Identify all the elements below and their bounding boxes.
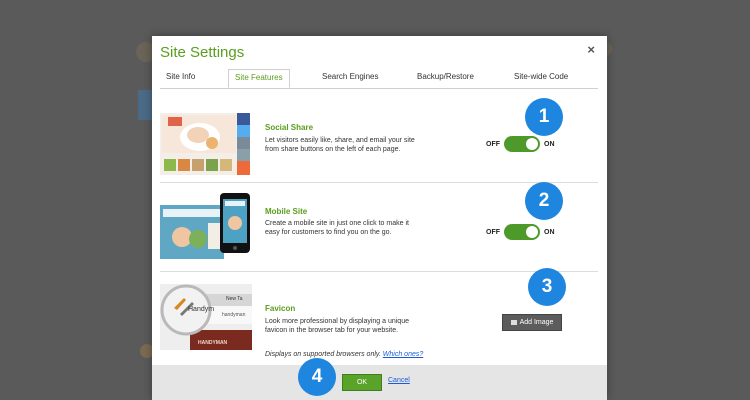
favicon-thumb-text: Handym	[188, 306, 215, 313]
mobile-site-toggle-group: OFF ON	[486, 224, 555, 240]
close-icon[interactable]: ×	[587, 42, 595, 57]
mobile-site-title: Mobile Site	[265, 207, 308, 216]
favicon-thumb-tab: New Ta	[226, 296, 243, 302]
step-badge-1: 1	[525, 98, 563, 136]
toggle-off-label: OFF	[486, 140, 500, 148]
dialog-footer: OK Cancel	[152, 365, 607, 400]
step-badge-3: 3	[528, 268, 566, 306]
toggle-knob	[526, 138, 538, 150]
social-share-title: Social Share	[265, 123, 314, 132]
toggle-knob	[526, 226, 538, 238]
toggle-off-label: OFF	[486, 228, 500, 236]
tab-site-features[interactable]: Site Features	[228, 69, 290, 88]
favicon-title: Favicon	[265, 304, 296, 313]
social-share-description: Let visitors easily like, share, and ema…	[265, 137, 415, 153]
image-icon	[510, 320, 517, 325]
mobile-site-toggle[interactable]	[504, 224, 540, 240]
toggle-on-label: ON	[544, 228, 555, 236]
tab-backup-restore[interactable]: Backup/Restore	[417, 72, 474, 81]
mobile-site-description: Create a mobile site in just one click t…	[265, 220, 409, 236]
favicon-note: Displays on supported browsers only. Whi…	[265, 351, 465, 360]
favicon-thumb-url: handyman	[222, 312, 246, 318]
tab-search-engines[interactable]: Search Engines	[322, 72, 378, 81]
tab-site-info[interactable]: Site Info	[166, 72, 195, 81]
tab-site-wide-code[interactable]: Site-wide Code	[514, 72, 568, 81]
which-ones-link[interactable]: Which ones?	[383, 351, 423, 358]
social-share-toggle[interactable]	[504, 136, 540, 152]
step-badge-2: 2	[525, 182, 563, 220]
favicon-description: Look more professional by displaying a u…	[265, 318, 409, 334]
favicon-thumb-banner: HANDYMAN	[198, 340, 228, 346]
social-share-toggle-group: OFF ON	[486, 136, 555, 152]
social-share-thumbnail	[160, 113, 250, 175]
step-badge-4: 4	[298, 358, 336, 396]
toggle-on-label: ON	[544, 140, 555, 148]
add-image-label: Add Image	[519, 319, 554, 326]
favicon-note-text: Displays on supported browsers only.	[265, 351, 381, 358]
cancel-link[interactable]: Cancel	[388, 377, 410, 384]
tab-bar: Site Info Site Features Search Engines B…	[160, 68, 598, 89]
dialog-title: Site Settings	[160, 44, 245, 61]
add-image-button[interactable]: Add Image	[502, 314, 562, 331]
background-panel-fragment	[138, 90, 152, 120]
mobile-site-thumbnail	[160, 193, 252, 263]
ok-button[interactable]: OK	[342, 374, 382, 391]
favicon-thumbnail: Handym New Ta handyman HANDYMAN	[160, 284, 252, 350]
